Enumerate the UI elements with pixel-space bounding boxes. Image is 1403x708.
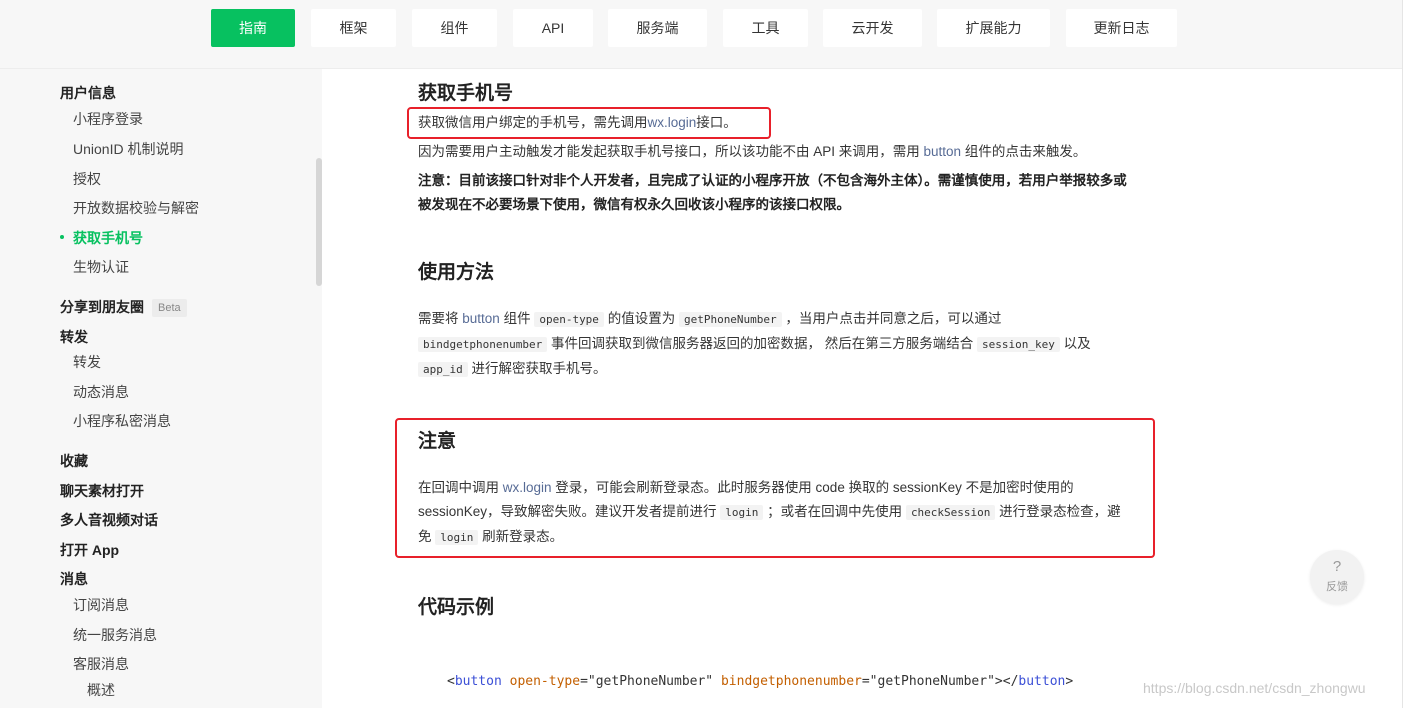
main-content: 获取手机号 获取微信用户绑定的手机号，需先调用wx.login接口。 因为需要用… (322, 69, 1403, 708)
tab-cloud[interactable]: 云开发 (823, 9, 922, 47)
sidebar-item-open-data[interactable]: 开放数据校验与解密 (73, 198, 199, 218)
notice-text: 刷新登录态。 (478, 529, 564, 544)
sidebar-group-chat-material[interactable]: 聊天素材打开 (60, 481, 144, 501)
code-token: button (1018, 674, 1066, 689)
button-link[interactable]: button (462, 311, 500, 326)
tab-server[interactable]: 服务端 (608, 9, 707, 47)
tab-api[interactable]: API (513, 9, 593, 47)
sidebar-item-forward[interactable]: 转发 (73, 352, 101, 372)
notice-paragraph: 在回调中调用 wx.login 登录，可能会刷新登录态。此时服务器使用 code… (418, 476, 1123, 550)
sidebar-item-unionid[interactable]: UnionID 机制说明 (73, 139, 183, 159)
sidebar-item-private-message[interactable]: 小程序私密消息 (73, 411, 171, 431)
code-token: > (1065, 674, 1074, 689)
code-app-id: app_id (418, 362, 468, 377)
sidebar-item-uniform-message[interactable]: 统一服务消息 (73, 625, 157, 645)
usage-text: 组件 (499, 311, 535, 326)
sidebar-item-biometric[interactable]: 生物认证 (73, 257, 129, 277)
code-check-session: checkSession (905, 505, 996, 520)
code-login: login (720, 505, 764, 520)
tab-tools[interactable]: 工具 (723, 9, 808, 47)
watermark: https://blog.csdn.net/csdn_zhongwu (1143, 680, 1366, 696)
code-login-2: login (435, 530, 479, 545)
usage-text: 的值设置为 (603, 311, 679, 326)
usage-text: 事件回调获取到微信服务器返回的加密数据， 然后在第三方服务端结合 (547, 336, 977, 351)
highlight-box-intro (407, 107, 771, 139)
code-bindgetphonenumber: bindgetphonenumber (418, 337, 548, 352)
sidebar: 用户信息 小程序登录 UnionID 机制说明 授权 开放数据校验与解密 获取手… (0, 69, 316, 708)
reason-line: 因为需要用户主动触发才能发起获取手机号接口，所以该功能不由 API 来调用，需用… (418, 140, 1108, 164)
sidebar-item-customer-message[interactable]: 客服消息 (73, 654, 129, 674)
usage-text: 进行解密获取手机号。 (467, 361, 607, 376)
sidebar-item-label: 获取手机号 (73, 230, 143, 246)
feedback-label: 反馈 (1326, 581, 1348, 593)
usage-text: 以及 (1059, 336, 1091, 351)
reason-text-end: 组件的点击来触发。 (961, 144, 1087, 159)
code-session-key: session_key (976, 337, 1060, 352)
code-token: ="getPhoneNumber" (580, 674, 714, 689)
code-token: < (447, 674, 455, 689)
feedback-button[interactable]: ? 反馈 (1310, 550, 1364, 604)
sidebar-group-open-app[interactable]: 打开 App (60, 540, 119, 560)
sidebar-group-forward[interactable]: 转发 (60, 327, 88, 347)
notice-text: ；或者在回调中先使用 (763, 504, 906, 519)
code-token: button (454, 674, 502, 689)
section-title-usage: 使用方法 (418, 262, 495, 283)
sidebar-item-login[interactable]: 小程序登录 (73, 109, 143, 129)
sidebar-item-label: 分享到朋友圈 (60, 299, 144, 315)
usage-text: ，当用户点击并同意之后，可以通过 (781, 311, 1002, 326)
sidebar-group-favorites[interactable]: 收藏 (60, 451, 88, 471)
beta-badge: Beta (152, 299, 187, 317)
sidebar-item-overview[interactable]: 概述 (87, 680, 115, 700)
sidebar-group-user-info[interactable]: 用户信息 (60, 83, 116, 103)
tab-framework[interactable]: 框架 (311, 9, 396, 47)
code-get-phone-number: getPhoneNumber (678, 312, 782, 327)
sidebar-item-get-phone[interactable]: 获取手机号 (60, 228, 143, 248)
note-paragraph: 注意：目前该接口针对非个人开发者，且完成了认证的小程序开放（不包含海外主体）。需… (418, 173, 1127, 212)
notice-text: 在回调中调用 (418, 480, 503, 495)
section-title-notice: 注意 (418, 431, 457, 452)
sidebar-group-share-moments[interactable]: 分享到朋友圈 Beta (60, 297, 187, 317)
code-token: open-type (509, 674, 581, 689)
usage-text: 需要将 (418, 311, 463, 326)
code-token: bindgetphonenumber (720, 674, 862, 689)
code-token: ="getPhoneNumber" (861, 674, 995, 689)
code-open-type: open-type (534, 312, 604, 327)
sidebar-group-messages[interactable]: 消息 (60, 569, 88, 589)
sidebar-item-authorize[interactable]: 授权 (73, 169, 101, 189)
section-title-get-phone: 获取手机号 (418, 83, 514, 104)
question-icon: ? (1332, 558, 1342, 575)
tab-components[interactable]: 组件 (412, 9, 497, 47)
sidebar-item-dynamic-message[interactable]: 动态消息 (73, 382, 129, 402)
reason-text: 因为需要用户主动触发才能发起获取手机号接口，所以该功能不由 API 来调用，需用 (418, 144, 924, 159)
wx-login-link-2[interactable]: wx.login (503, 480, 552, 495)
top-nav: 指南 框架 组件 API 服务端 工具 云开发 扩展能力 更新日志 (0, 0, 1403, 69)
sidebar-group-voip[interactable]: 多人音视频对话 (60, 510, 158, 530)
section-title-code-example: 代码示例 (418, 597, 495, 618)
button-component-link[interactable]: button (924, 144, 962, 159)
active-dot-icon (60, 235, 64, 239)
code-token: ></ (994, 674, 1019, 689)
code-example: <button open-type="getPhoneNumber" bindg… (447, 674, 1073, 689)
tab-guide[interactable]: 指南 (211, 9, 295, 47)
tab-extensions[interactable]: 扩展能力 (937, 9, 1050, 47)
tab-changelog[interactable]: 更新日志 (1066, 9, 1177, 47)
usage-paragraph: 需要将 button 组件 open-type 的值设置为 getPhoneNu… (418, 307, 1118, 382)
sidebar-item-subscribe-message[interactable]: 订阅消息 (73, 595, 129, 615)
